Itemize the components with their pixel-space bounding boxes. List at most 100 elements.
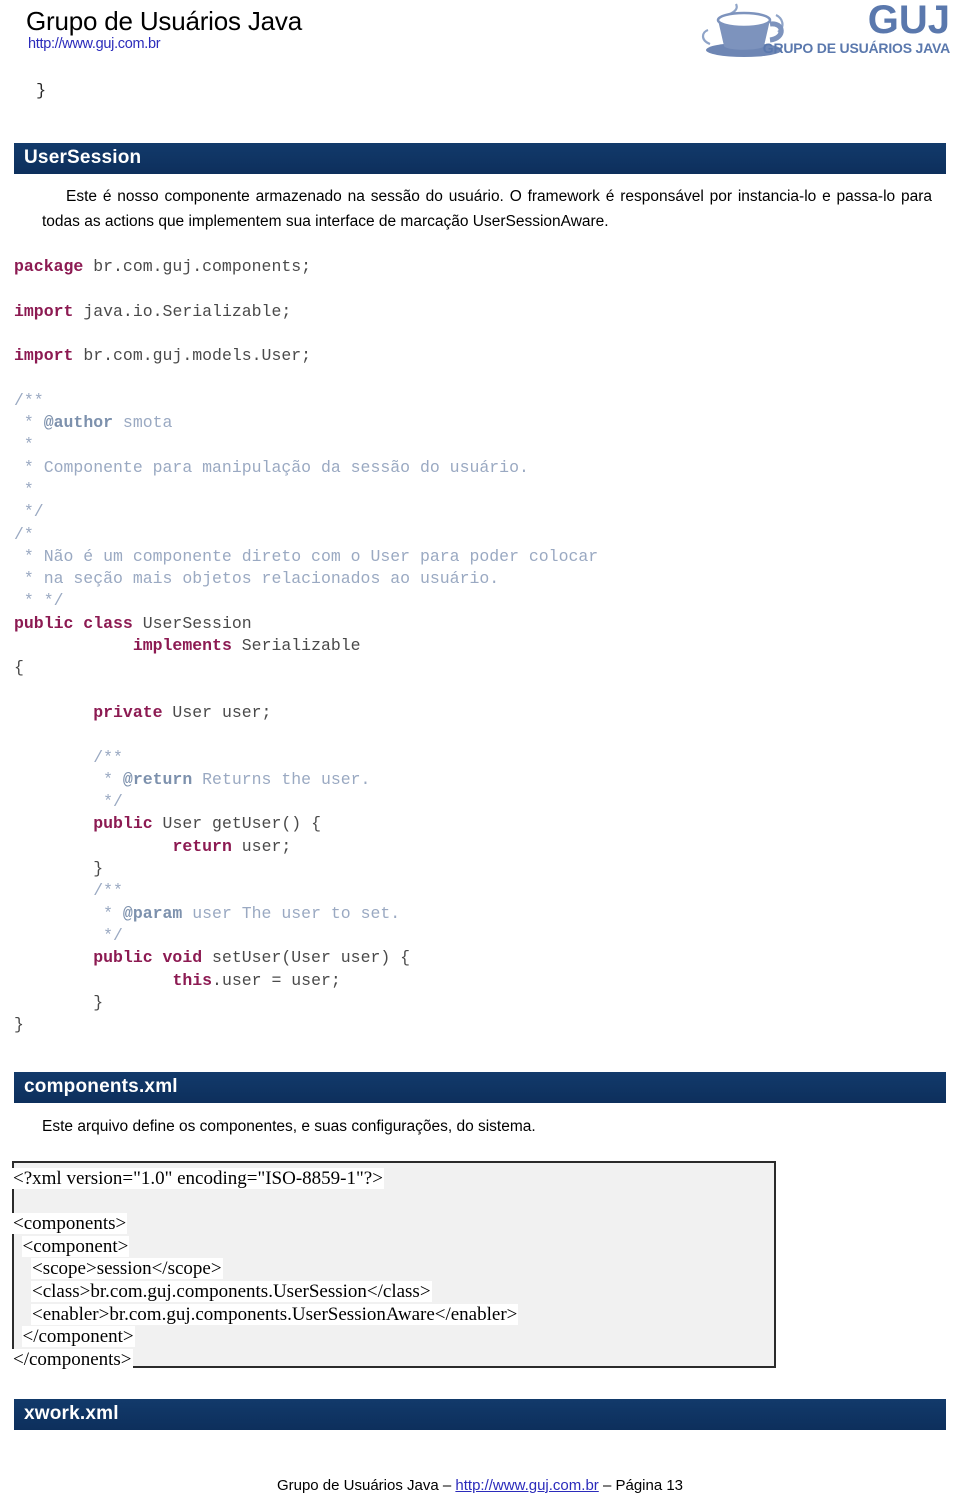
code-token-cmt: * Não é um componente direto com o User … xyxy=(14,546,599,566)
code-line: */ xyxy=(14,501,944,523)
section-header-components-xml: components.xml xyxy=(14,1072,946,1103)
code-token-pln xyxy=(14,703,93,722)
code-token-pln: java.io.Serializable; xyxy=(73,301,292,321)
section-title-usersession: UserSession xyxy=(24,147,142,168)
xml-code-text: <?xml version="1.0" encoding="ISO-8859-1… xyxy=(12,1168,384,1189)
code-token-cmt: * na seção mais objetos relacionados ao … xyxy=(14,569,500,589)
xml-code-text: </components> xyxy=(12,1348,133,1370)
continued-code-brace: } xyxy=(36,82,47,101)
code-line: */ xyxy=(14,791,944,813)
code-line: * Não é um componente direto com o User … xyxy=(14,546,944,568)
xml-code-line: <components> xyxy=(12,1213,772,1236)
code-token-kw: this xyxy=(172,970,213,990)
code-line: * xyxy=(14,434,944,456)
code-token-cmt: user The user to set. xyxy=(182,903,401,923)
xml-indent xyxy=(12,1326,22,1347)
xml-code-text: <enabler>br.com.guj.components.UserSessi… xyxy=(31,1303,519,1325)
code-line: } xyxy=(14,858,944,880)
header-site-url[interactable]: http://www.guj.com.br xyxy=(28,36,161,52)
code-token-kw: public xyxy=(93,814,153,834)
section-title-xwork-xml: xwork.xml xyxy=(24,1403,119,1424)
page-header: Grupo de Usuários Java http://www.guj.co… xyxy=(0,0,960,70)
code-token-pln xyxy=(14,636,133,655)
footer-site-link[interactable]: http://www.guj.com.br xyxy=(455,1477,598,1494)
code-line: * @param user The user to set. xyxy=(14,903,944,925)
xml-code-line: </component> xyxy=(12,1326,772,1349)
code-token-cmt: * */ xyxy=(14,591,64,611)
code-token-kw: return xyxy=(172,836,232,856)
code-token-cmt: * xyxy=(14,903,123,923)
xml-code-text: </component> xyxy=(21,1326,135,1348)
code-token-cmt: /** xyxy=(14,390,44,410)
code-line: /* xyxy=(14,524,944,546)
footer-org: Grupo de Usuários Java xyxy=(276,1477,439,1494)
code-token-tag: @param xyxy=(122,903,183,923)
xml-code-text: <components> xyxy=(12,1213,128,1235)
code-line: * */ xyxy=(14,590,944,612)
code-token-cmt: Returns the user. xyxy=(192,769,371,789)
code-line: /** xyxy=(14,390,944,412)
code-token-kw: private xyxy=(93,702,163,722)
code-line: implements Serializable xyxy=(14,635,944,657)
components-xml-description: Este arquivo define os componentes, e su… xyxy=(42,1114,932,1139)
code-token-cmt xyxy=(14,881,93,900)
code-token-cmt: */ xyxy=(14,925,123,945)
xml-code-line: </components> xyxy=(12,1348,772,1372)
code-token-cmt: * xyxy=(14,769,123,789)
code-line: private User user; xyxy=(14,702,944,724)
code-token-kw: import xyxy=(14,346,74,366)
code-line: public void setUser(User user) { xyxy=(14,947,944,969)
code-line: * xyxy=(14,479,944,501)
section-header-usersession: UserSession xyxy=(14,143,946,174)
xml-code-text: <class>br.com.guj.components.UserSession… xyxy=(31,1280,432,1302)
code-token-pln xyxy=(14,837,172,856)
code-line: } xyxy=(14,992,944,1014)
xml-indent xyxy=(12,1236,22,1257)
code-line: import java.io.Serializable; xyxy=(14,301,944,323)
code-token-kw: public void xyxy=(93,948,203,968)
code-token-pln: User user; xyxy=(162,702,272,722)
code-token-pln: br.com.guj.components; xyxy=(83,257,312,276)
code-token-cmt: * xyxy=(14,435,34,455)
xml-code-line xyxy=(12,1191,772,1214)
xml-code-line: <enabler>br.com.guj.components.UserSessi… xyxy=(12,1303,772,1327)
code-token-pln xyxy=(14,814,93,833)
code-token-cmt: * xyxy=(14,413,44,433)
footer-sep-1: – xyxy=(438,1477,456,1494)
code-token-tag: @author xyxy=(43,413,114,433)
code-token-kw: import xyxy=(14,301,74,321)
code-token-pln: br.com.guj.models.User; xyxy=(73,346,312,366)
code-token-cmt: * Componente para manipulação da sessão … xyxy=(14,457,529,477)
usersession-description-text: Este é nosso componente armazenado na se… xyxy=(42,188,932,230)
code-token-pln xyxy=(14,971,172,990)
code-token-kw: package xyxy=(14,257,84,276)
code-token-cmt xyxy=(14,748,93,767)
logo-brand-text: GUJ xyxy=(867,0,950,42)
xml-code-line: <class>br.com.guj.components.UserSession… xyxy=(12,1280,772,1304)
code-token-pln: user; xyxy=(231,836,292,856)
code-token-cmt: /* xyxy=(14,524,34,544)
code-token-pln: .user = user; xyxy=(212,970,341,990)
code-line: /** xyxy=(14,747,944,769)
xml-code-text: <scope>session</scope> xyxy=(31,1258,223,1280)
code-line: } xyxy=(14,1014,944,1036)
code-line: * na seção mais objetos relacionados ao … xyxy=(14,568,944,590)
xml-code-line: <scope>session</scope> xyxy=(12,1258,772,1281)
code-line: * @author smota xyxy=(14,412,944,434)
code-token-cmt: * xyxy=(14,479,34,499)
usersession-description: Este é nosso componente armazenado na se… xyxy=(42,184,932,234)
xml-code-text: <component> xyxy=(21,1235,130,1257)
section-title-components-xml: components.xml xyxy=(24,1076,178,1097)
code-line: * @return Returns the user. xyxy=(14,769,944,791)
code-line: public class UserSession xyxy=(14,613,944,635)
footer-page-number: Página 13 xyxy=(615,1477,684,1494)
page-title: Grupo de Usuários Java xyxy=(26,6,302,36)
xml-code-line: <component> xyxy=(12,1235,772,1259)
code-line: { xyxy=(14,657,944,679)
logo-subtitle-text: GRUPO DE USUÁRIOS JAVA xyxy=(762,40,950,56)
code-token-cmt: /** xyxy=(93,881,123,901)
